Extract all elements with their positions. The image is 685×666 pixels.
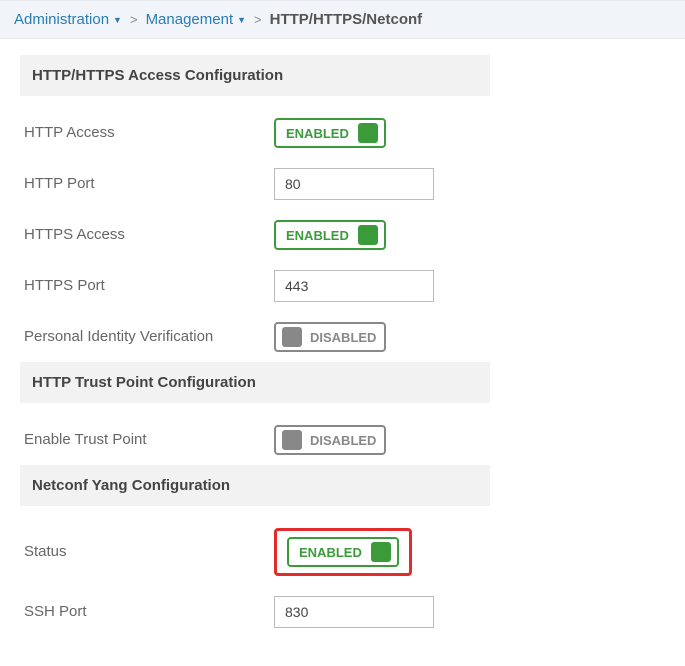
label-ssh-port: SSH Port [24, 602, 274, 622]
breadcrumb: Administration ▼ > Management ▼ > HTTP/H… [0, 0, 685, 39]
label-netconf-status: Status [24, 542, 274, 562]
breadcrumb-administration[interactable]: Administration ▼ [14, 11, 122, 28]
toggle-piv[interactable]: DISABLED [274, 322, 386, 352]
section-header-netconf: Netconf Yang Configuration [20, 465, 490, 506]
label-enable-trust-point: Enable Trust Point [24, 430, 274, 450]
toggle-knob-icon [282, 327, 302, 347]
toggle-label: ENABLED [295, 545, 362, 560]
chevron-right-icon: > [254, 12, 262, 27]
toggle-https-access[interactable]: ENABLED [274, 220, 386, 250]
page-content: HTTP/HTTPS Access Configuration HTTP Acc… [0, 39, 685, 646]
toggle-http-access[interactable]: ENABLED [274, 118, 386, 148]
label-https-access: HTTPS Access [24, 225, 274, 245]
toggle-label: ENABLED [282, 126, 349, 141]
toggle-label: DISABLED [310, 330, 376, 345]
field-piv: Personal Identity Verification DISABLED [20, 312, 490, 362]
label-http-access: HTTP Access [24, 123, 274, 143]
section-header-trust: HTTP Trust Point Configuration [20, 362, 490, 403]
toggle-knob-icon [358, 225, 378, 245]
toggle-knob-icon [282, 430, 302, 450]
caret-down-icon: ▼ [237, 15, 246, 25]
breadcrumb-link-label: Management [146, 11, 234, 28]
highlight-box: ENABLED [274, 528, 412, 576]
field-https-port: HTTPS Port [20, 260, 490, 312]
toggle-enable-trust-point[interactable]: DISABLED [274, 425, 386, 455]
section-header-access: HTTP/HTTPS Access Configuration [20, 55, 490, 96]
breadcrumb-current: HTTP/HTTPS/Netconf [270, 11, 423, 28]
toggle-label: ENABLED [282, 228, 349, 243]
input-http-port[interactable] [274, 168, 434, 200]
caret-down-icon: ▼ [113, 15, 122, 25]
field-https-access: HTTPS Access ENABLED [20, 210, 490, 260]
toggle-knob-icon [358, 123, 378, 143]
chevron-right-icon: > [130, 12, 138, 27]
input-https-port[interactable] [274, 270, 434, 302]
field-ssh-port: SSH Port [20, 586, 490, 638]
breadcrumb-link-label: Administration [14, 11, 109, 28]
label-http-port: HTTP Port [24, 174, 274, 194]
field-http-port: HTTP Port [20, 158, 490, 210]
label-piv: Personal Identity Verification [24, 327, 274, 347]
toggle-knob-icon [371, 542, 391, 562]
input-ssh-port[interactable] [274, 596, 434, 628]
breadcrumb-management[interactable]: Management ▼ [146, 11, 246, 28]
field-enable-trust-point: Enable Trust Point DISABLED [20, 415, 490, 465]
toggle-netconf-status[interactable]: ENABLED [287, 537, 399, 567]
field-http-access: HTTP Access ENABLED [20, 108, 490, 158]
toggle-label: DISABLED [310, 433, 376, 448]
field-netconf-status: Status ENABLED [20, 518, 490, 586]
label-https-port: HTTPS Port [24, 276, 274, 296]
